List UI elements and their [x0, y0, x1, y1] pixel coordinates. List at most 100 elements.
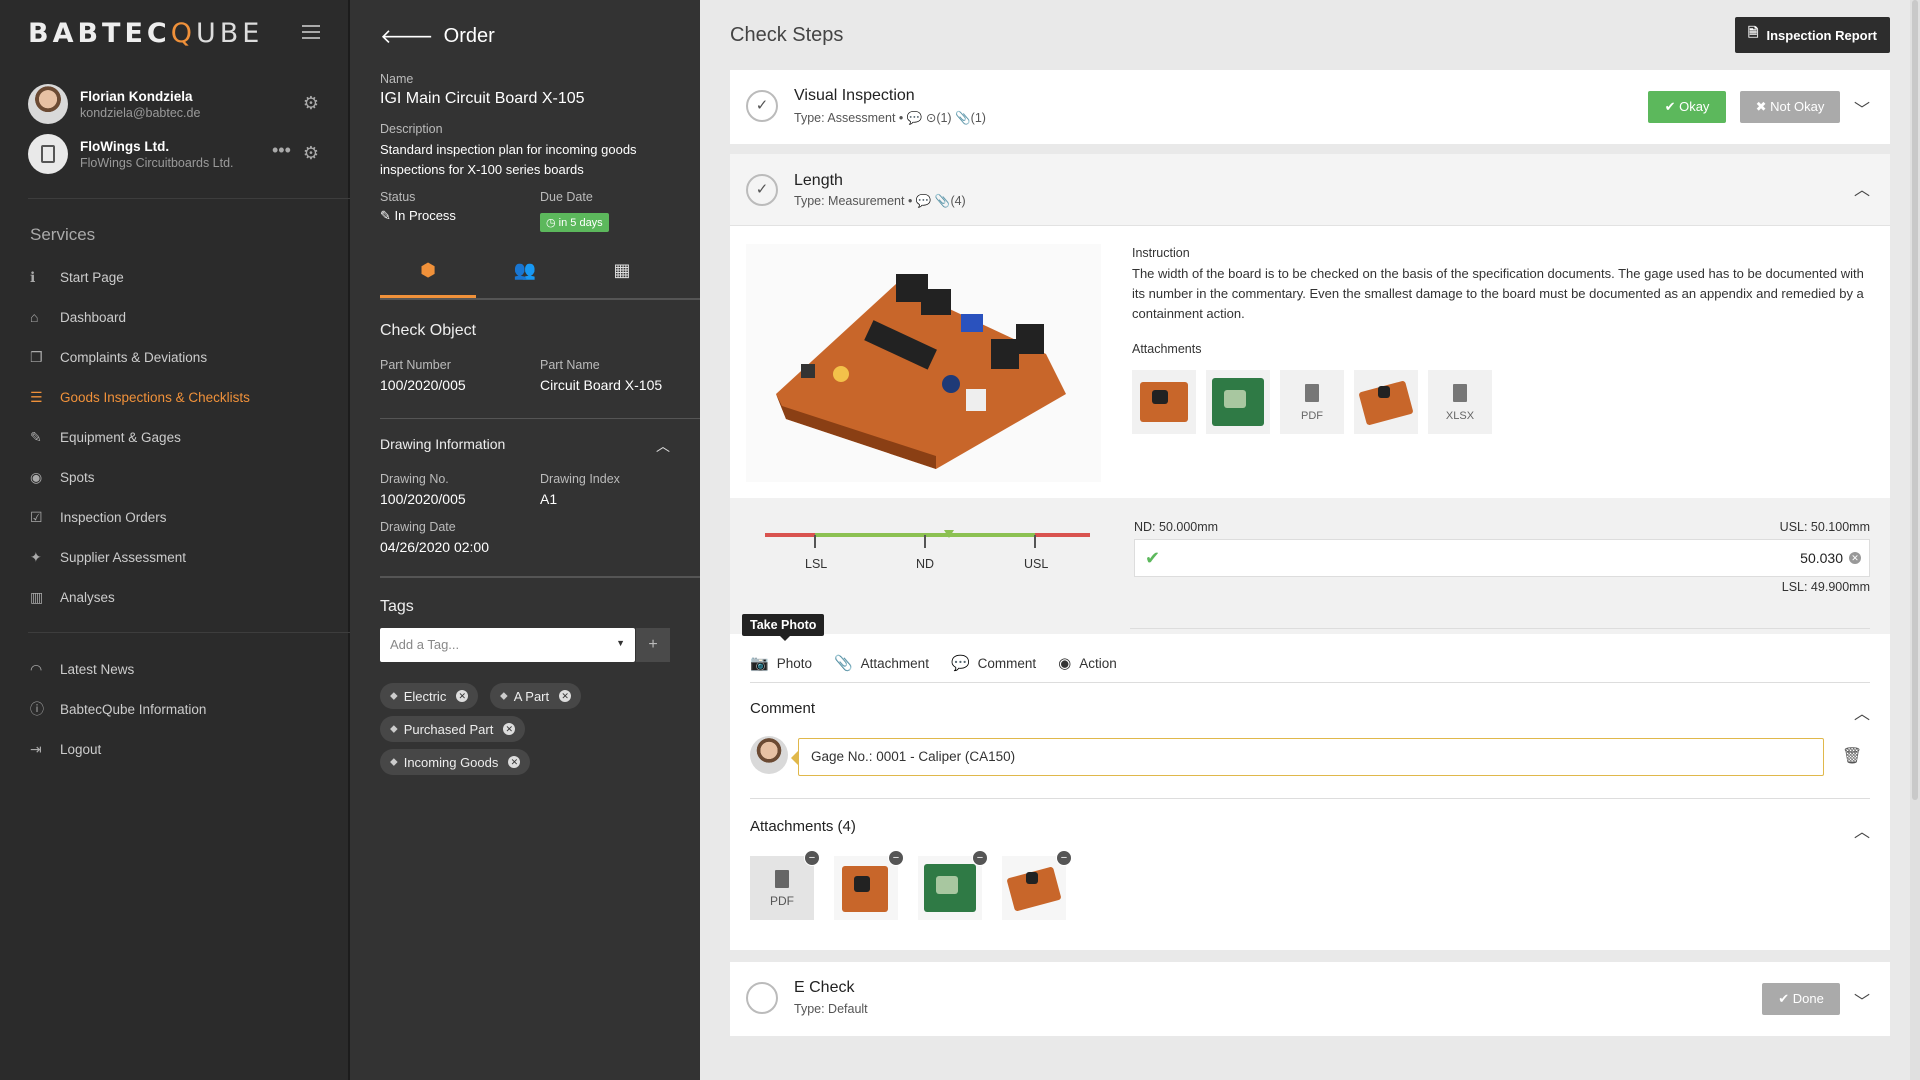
step-card-length: ✓ Length Type: Measurement • 💬 📎(4) ︿ In… — [730, 154, 1890, 950]
attachment-pdf[interactable]: PDF − — [750, 850, 820, 920]
attachment-thumb-xlsx[interactable]: XLSX — [1428, 370, 1492, 434]
gamepad-icon: ✦ — [30, 548, 42, 565]
circuit-board-image[interactable] — [746, 244, 1101, 482]
attachment-image[interactable]: − — [834, 850, 904, 920]
remove-tag-icon[interactable]: ✕ — [503, 723, 516, 735]
okay-button[interactable]: ✔ Okay — [1648, 91, 1726, 123]
remove-tag-icon[interactable]: ✕ — [456, 690, 469, 702]
tab-check-object[interactable]: ⬢ — [380, 260, 476, 298]
attachment-thumb-board-side[interactable] — [1354, 370, 1418, 434]
attachments-collapse-chevron-up-icon[interactable]: ︿ — [1854, 818, 1870, 842]
inspection-report-button[interactable]: 🗎 Inspection Report — [1735, 17, 1890, 53]
nav-item-complaints[interactable]: ❒ Complaints & Deviations — [30, 337, 330, 377]
user-settings-gear-icon[interactable]: ⚙ — [302, 94, 320, 112]
attachment-action[interactable]: 📎 Attachment — [834, 654, 929, 672]
order-status: ✎ In Process — [380, 208, 456, 223]
attachment-image[interactable]: − — [918, 850, 988, 920]
company-sub: FloWings Circuitboards Ltd. — [80, 156, 234, 170]
expand-chevron-down-icon[interactable]: ﹀ — [1854, 96, 1870, 120]
take-photo-tooltip: Take Photo — [742, 614, 825, 641]
comment-collapse-chevron-up-icon[interactable]: ︿ — [1854, 700, 1870, 724]
step-header: ✓ Length Type: Measurement • 💬 📎(4) ︿ — [730, 154, 1890, 226]
drawing-info-title: Drawing Information — [380, 436, 506, 452]
nav-item-supplier-assessment[interactable]: ✦ Supplier Assessment — [30, 537, 330, 577]
expand-chevron-down-icon[interactable]: ﹀ — [1854, 988, 1870, 1012]
comment-input[interactable]: Gage No.: 0001 - Caliper (CA150) — [791, 738, 1824, 776]
drawing-index-label: Drawing Index — [540, 472, 620, 486]
remove-attachment-icon[interactable]: − — [972, 850, 988, 866]
drawing-no-label: Drawing No. — [380, 472, 449, 486]
not-okay-button[interactable]: ✖ Not Okay — [1740, 91, 1840, 123]
step-actions: 📷 Photo 📎 Attachment 💬 Comment ◉ Action — [750, 654, 1117, 672]
divider — [750, 682, 1870, 683]
lsl-tick-label: LSL — [805, 557, 827, 571]
drawing-date-label: Drawing Date — [380, 520, 456, 534]
photo-action[interactable]: 📷 Photo — [750, 654, 812, 672]
description-label: Description — [380, 122, 443, 136]
company-name: FloWings Ltd. — [80, 139, 170, 154]
attachment-thumb-pdf[interactable]: PDF — [1280, 370, 1344, 434]
user-profile: Florian Kondziela kondziela@babtec.de ⚙ — [28, 84, 328, 128]
divider — [28, 198, 350, 199]
company-more-icon[interactable]: ••• — [272, 141, 291, 159]
remove-attachment-icon[interactable]: − — [1056, 850, 1072, 866]
company-settings-gear-icon[interactable]: ⚙ — [302, 144, 320, 162]
nav-item-analyses[interactable]: ▥ Analyses — [30, 577, 330, 617]
nav-item-spots[interactable]: ◉ Spots — [30, 457, 330, 497]
back-arrow-icon[interactable]: 🡐 — [380, 24, 434, 49]
attachment-thumb-board-orange[interactable] — [1132, 370, 1196, 434]
info-circle-icon: ⓘ — [30, 701, 44, 717]
attachment-image[interactable]: − — [1002, 850, 1072, 920]
page-title: Check Steps — [730, 24, 844, 46]
order-title: Order — [443, 25, 495, 47]
tab-participants[interactable]: 👥 — [477, 260, 573, 298]
action-action[interactable]: ◉ Action — [1058, 654, 1117, 672]
comment-title: Comment — [750, 700, 816, 717]
order-name: IGI Main Circuit Board X-105 — [380, 90, 585, 107]
comment-action[interactable]: 💬 Comment — [951, 654, 1036, 672]
remove-tag-icon[interactable]: ✕ — [508, 756, 521, 768]
attachments-label: Attachments — [1132, 342, 1202, 356]
scrollbar[interactable] — [1910, 0, 1920, 1080]
delete-comment-trash-icon[interactable]: 🗑 — [1842, 746, 1862, 766]
drawing-collapse-chevron-up-icon[interactable]: ︿ — [656, 436, 670, 456]
remove-tag-icon[interactable]: ✕ — [559, 690, 572, 702]
app-logo[interactable]: BABTECQUBE — [28, 18, 263, 49]
services-nav: ℹ Start Page ⌂ Dashboard ❒ Complaints & Dev… — [30, 257, 330, 617]
nav-item-dashboard[interactable]: ⌂ Dashboard — [30, 297, 330, 337]
part-number-label: Part Number — [380, 358, 451, 372]
step-card-e-check: E Check Type: Default ✔ Done ﹀ — [730, 962, 1890, 1036]
comment-icon: 💬 — [950, 655, 970, 672]
clear-value-icon[interactable]: ✕ — [1849, 552, 1861, 564]
tab-schedule[interactable]: ▦ — [574, 260, 670, 298]
step-check-icon[interactable] — [746, 982, 778, 1014]
add-tag-button[interactable]: + — [636, 628, 670, 662]
scrollbar-thumb[interactable] — [1912, 0, 1918, 800]
clock-icon: ◷ — [546, 217, 559, 229]
nav-item-inspection-orders[interactable]: ☑ Inspection Orders — [30, 497, 330, 537]
secondary-nav: ◠ Latest News ⓘ BabtecQube Information ⇥ Lo… — [30, 649, 330, 769]
pcb-component — [854, 876, 870, 892]
remove-attachment-icon[interactable]: − — [804, 850, 820, 866]
attachment-thumb-board-green[interactable] — [1206, 370, 1270, 434]
hamburger-menu-icon[interactable] — [302, 25, 320, 39]
avatar — [28, 84, 68, 124]
collapse-chevron-up-icon[interactable]: ︿ — [1854, 176, 1870, 200]
nav-item-goods-inspections[interactable]: ☰ Goods Inspections & Checklists — [30, 377, 330, 417]
nav-item-latest-news[interactable]: ◠ Latest News — [30, 649, 330, 689]
remove-attachment-icon[interactable]: − — [888, 850, 904, 866]
done-button[interactable]: ✔ Done — [1762, 983, 1840, 1015]
home-icon: ⌂ — [30, 309, 39, 325]
target-icon: ⊙ — [925, 111, 937, 125]
step-check-icon[interactable]: ✓ — [746, 90, 778, 122]
bar-chart-icon: ▥ — [30, 588, 44, 605]
nav-item-equipment[interactable]: ✎ Equipment & Gages — [30, 417, 330, 457]
measurement-input[interactable]: ✔ 50.030 ✕ — [1134, 539, 1870, 577]
tag-input[interactable]: Add a Tag... ▼ — [380, 628, 635, 662]
step-check-icon[interactable]: ✓ — [746, 174, 778, 206]
pencil-icon: ✎ — [380, 208, 395, 223]
nav-item-logout[interactable]: ⇥ Logout — [30, 729, 330, 769]
nav-item-babtecqube-info[interactable]: ⓘ BabtecQube Information — [30, 689, 330, 729]
rss-icon: ◠ — [30, 660, 43, 677]
nav-item-start-page[interactable]: ℹ Start Page — [30, 257, 330, 297]
